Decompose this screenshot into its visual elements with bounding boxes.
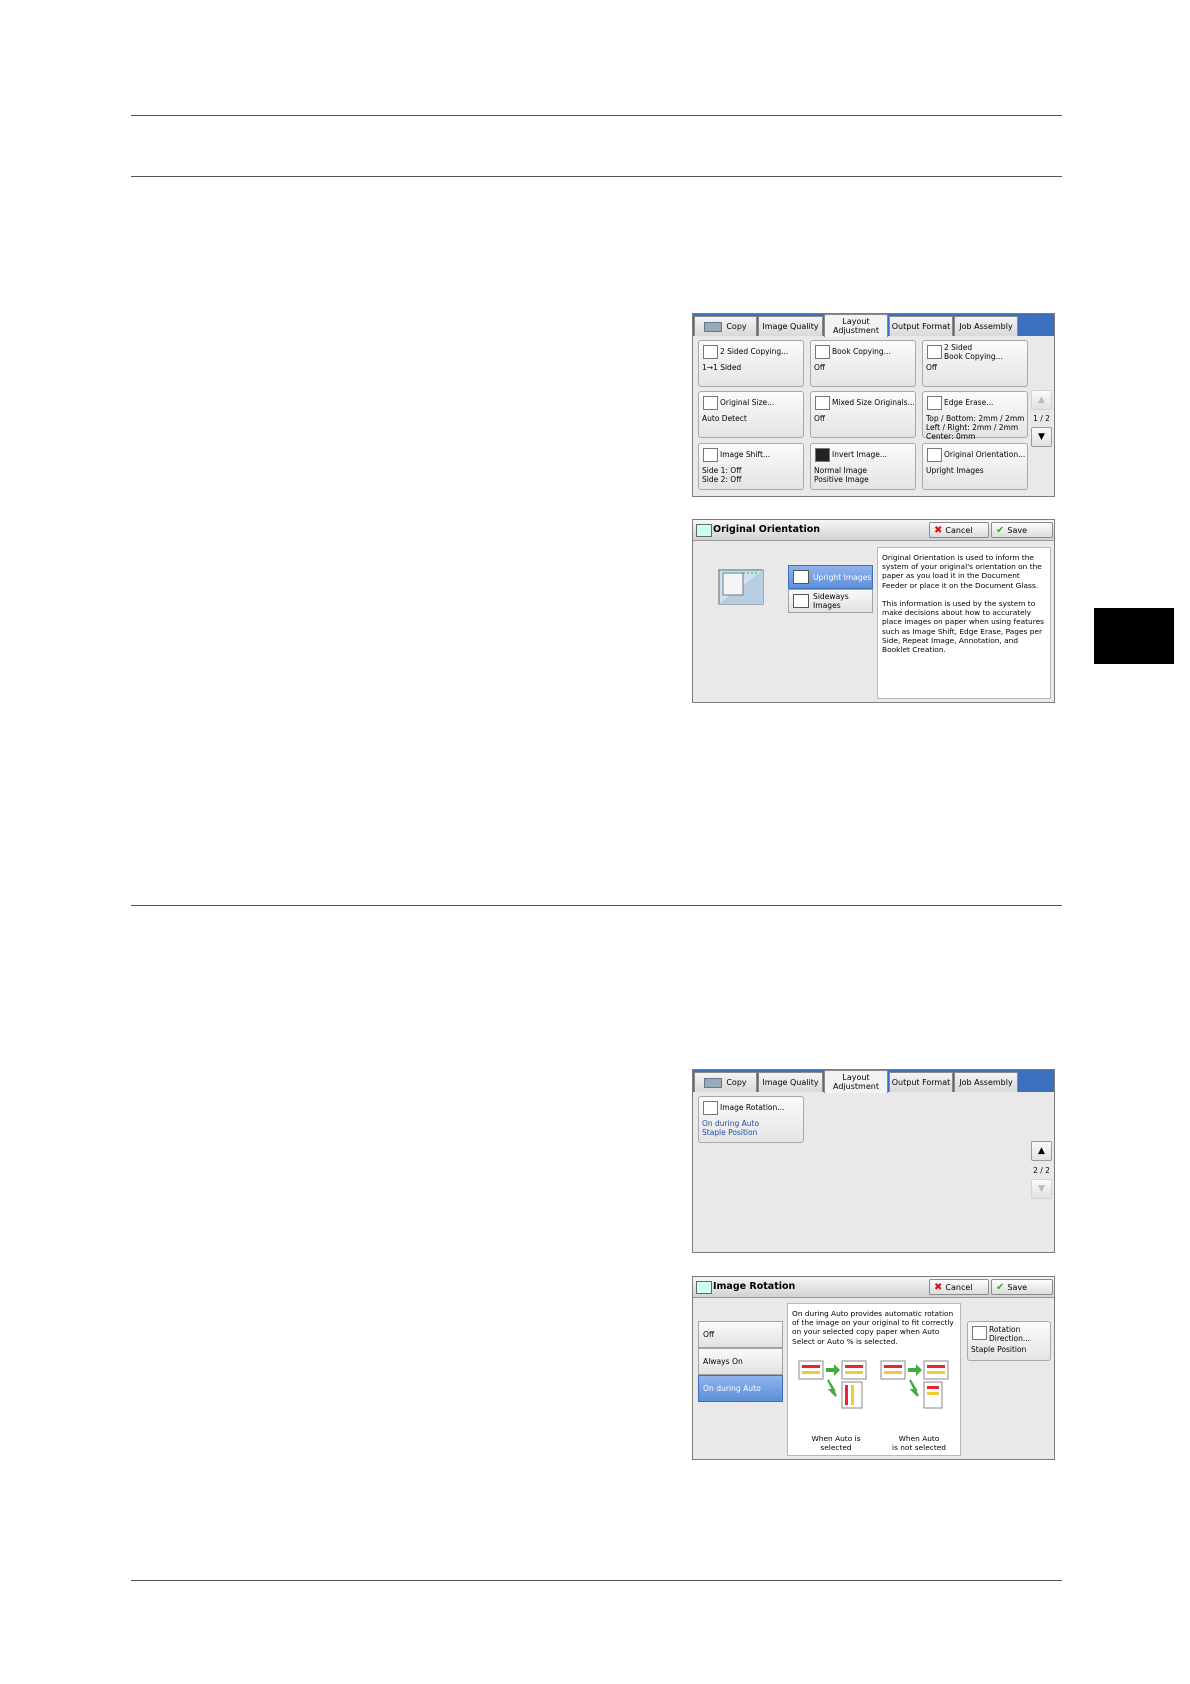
close-icon: ✖ [934,524,943,536]
rotation-always-on-option[interactable]: Always On [698,1348,783,1375]
tab-layout-adjustment[interactable]: Layout Adjustment [824,314,888,337]
caption-when-not-auto: When Auto is not selected [892,1434,946,1453]
mixed-size-icon [815,396,830,410]
upright-icon [793,570,809,584]
tab-output-format[interactable]: Output Format [889,316,953,336]
check-icon: ✔ [996,524,1005,536]
close-icon: ✖ [934,1281,943,1293]
footer-rule [131,1580,1062,1581]
mixed-size-originals-button[interactable]: Mixed Size Originals... Off [810,391,916,438]
invert-image-icon [815,448,830,462]
description-box: Original Orientation is used to inform t… [877,547,1051,699]
original-orientation-icon [927,448,942,462]
original-orientation-button[interactable]: Original Orientation... Upright Images [922,443,1028,490]
edge-erase-icon [927,396,942,410]
invert-image-button[interactable]: Invert Image... Normal Image Positive Im… [810,443,916,490]
image-shift-icon [703,448,718,462]
image-rotation-dialog: Image Rotation ✖ Cancel ✔ Save Off Always … [692,1276,1055,1460]
dialog-title: Image Rotation [713,1281,796,1292]
two-sided-book-copying-button[interactable]: 2 Sided Book Copying... Off [922,340,1028,387]
description-box: On during Auto provides automatic rotati… [787,1303,961,1456]
dialog-title: Original Orientation [713,524,821,535]
rotation-illustration-not-auto [880,1360,949,1409]
copy-icon [704,321,723,332]
tab-job-assembly[interactable]: Job Assembly [954,1072,1018,1092]
image-rotation-icon [703,1101,718,1115]
save-button[interactable]: ✔ Save [991,1279,1053,1295]
layout-adjustment-screen-1: Copy Image Quality Layout Adjustment Out… [692,313,1055,497]
image-shift-button[interactable]: Image Shift... Side 1: Off Side 2: Off [698,443,804,490]
two-sided-copying-button[interactable]: 2 Sided Copying... 1→1 Sided [698,340,804,387]
tab-image-quality[interactable]: Image Quality [758,316,823,336]
book-copying-button[interactable]: Book Copying... Off [810,340,916,387]
page-indicator: 2 / 2 [1033,1166,1050,1175]
tab-copy[interactable]: Copy [694,316,757,336]
layout-adjustment-screen-2: Copy Image Quality Layout Adjustment Out… [692,1069,1055,1253]
upright-images-option[interactable]: Upright Images [788,565,873,589]
chapter-side-tab [1094,608,1174,664]
tab-bar: Copy Image Quality Layout Adjustment Out… [693,1070,1054,1093]
section-rule [131,905,1062,906]
open-book-icon [927,345,942,359]
scroll-down-button[interactable]: ▼ [1031,427,1052,447]
cancel-button[interactable]: ✖ Cancel [929,522,989,538]
original-size-icon [703,396,718,410]
tab-bar: Copy Image Quality Layout Adjustment Out… [693,314,1054,337]
sideways-images-option[interactable]: Sideways Images [788,589,873,613]
original-orientation-icon [696,524,712,537]
tab-image-quality[interactable]: Image Quality [758,1072,823,1092]
tab-copy[interactable]: Copy [694,1072,757,1092]
description-text: On during Auto provides automatic rotati… [792,1309,954,1346]
check-icon: ✔ [996,1281,1005,1293]
two-sided-icon [703,345,718,359]
copy-icon [704,1077,723,1088]
rotation-illustration-auto [798,1360,867,1409]
edge-erase-button[interactable]: Edge Erase... Top / Bottom: 2mm / 2mm Le… [922,391,1028,441]
cancel-button[interactable]: ✖ Cancel [929,1279,989,1295]
rotation-direction-icon [972,1326,987,1340]
header-rule-top [131,115,1062,116]
scroll-down-button[interactable]: ▼ [1031,1179,1052,1199]
image-rotation-button[interactable]: Image Rotation... On during Auto Staple … [698,1096,804,1143]
rotation-on-during-auto-option[interactable]: On during Auto [698,1375,783,1402]
book-copying-icon [815,345,830,359]
save-button[interactable]: ✔ Save [991,522,1053,538]
rotation-direction-button[interactable]: Rotation Direction... Staple Position [967,1321,1051,1361]
original-size-button[interactable]: Original Size... Auto Detect [698,391,804,438]
rotation-off-option[interactable]: Off [698,1321,783,1348]
scroll-up-button[interactable]: ▲ [1031,390,1052,410]
header-rule-bottom [131,176,1062,177]
tab-layout-adjustment[interactable]: Layout Adjustment [824,1070,888,1093]
scroll-up-button[interactable]: ▲ [1031,1141,1052,1161]
sideways-icon [793,594,809,608]
dialog-titlebar: Image Rotation ✖ Cancel ✔ Save [693,1277,1054,1298]
tab-output-format[interactable]: Output Format [889,1072,953,1092]
original-orientation-dialog: Original Orientation ✖ Cancel ✔ Save Uprig… [692,519,1055,703]
caption-when-auto: When Auto is selected [811,1434,861,1453]
dialog-titlebar: Original Orientation ✖ Cancel ✔ Save [693,520,1054,541]
tab-job-assembly[interactable]: Job Assembly [954,316,1018,336]
page-indicator: 1 / 2 [1033,414,1050,423]
image-rotation-icon [696,1281,712,1294]
orientation-illustration [718,569,764,605]
